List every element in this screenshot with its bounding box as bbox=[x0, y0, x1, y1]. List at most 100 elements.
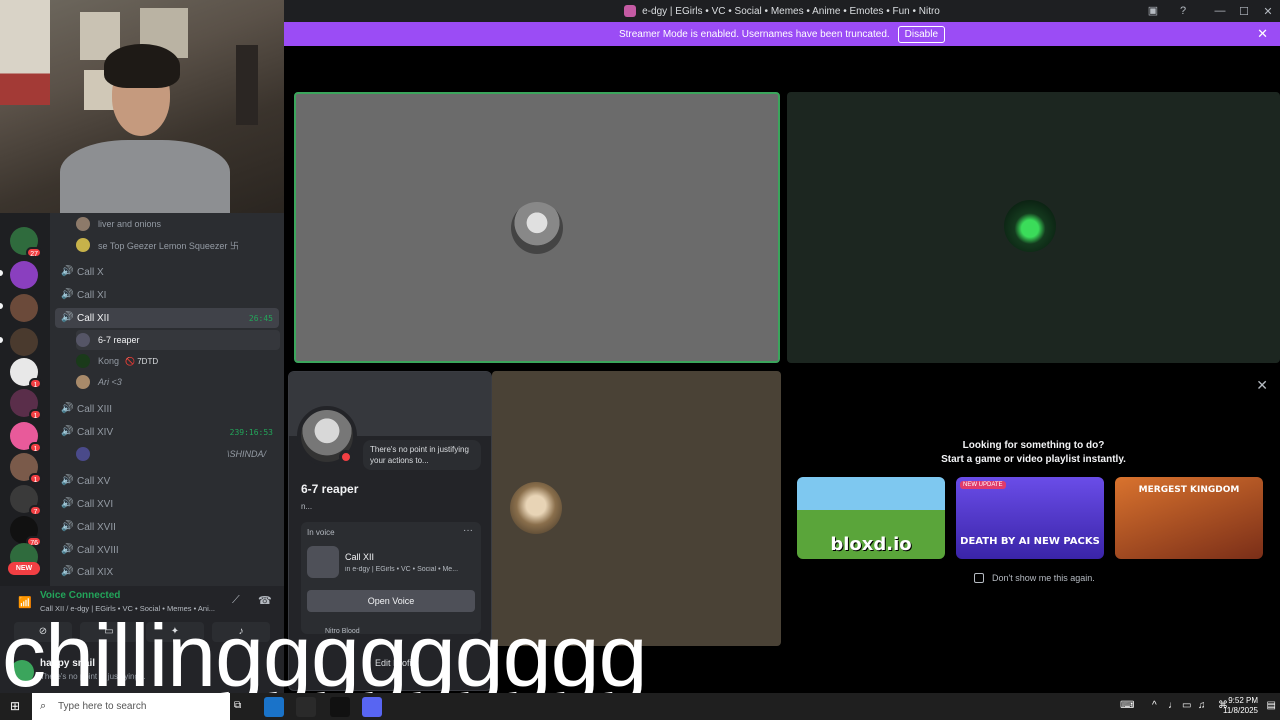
avatar bbox=[76, 447, 90, 461]
voice-channel-call-xii[interactable]: 🔊 Call XII 26:45 bbox=[55, 308, 279, 328]
voice-user-name: \SHINDA/ bbox=[226, 449, 266, 459]
minimize-icon[interactable]: — bbox=[1208, 5, 1232, 17]
taskbar-app-icon[interactable] bbox=[264, 697, 284, 717]
new-badge[interactable]: NEW bbox=[8, 562, 40, 575]
voice-channel-name: Call XII bbox=[345, 552, 375, 562]
mention-badge: 27 bbox=[26, 247, 42, 258]
voice-user[interactable]: se Top Geezer Lemon Squeezer 卐 bbox=[76, 235, 280, 255]
clock-date: 11/8/2025 bbox=[1223, 706, 1258, 715]
taskbar-app-icon[interactable] bbox=[296, 697, 316, 717]
task-view-icon[interactable]: ⧉ bbox=[234, 700, 241, 711]
channel-label: Call XVIII bbox=[77, 544, 119, 556]
server-icon[interactable]: 27 bbox=[10, 227, 42, 258]
server-icon[interactable]: 1 bbox=[10, 422, 42, 453]
streamer-mode-text: Streamer Mode is enabled. Usernames have… bbox=[618, 28, 890, 40]
dont-show-label[interactable]: Don't show me this again. bbox=[992, 573, 1095, 583]
network-icon[interactable]: ▭ bbox=[1182, 700, 1191, 711]
window-title: e-dgy | EGirls • VC • Social • Memes • A… bbox=[642, 5, 940, 17]
close-window-icon[interactable]: ✕ bbox=[1256, 5, 1280, 18]
person-hair bbox=[104, 44, 180, 88]
more-icon[interactable]: ··· bbox=[463, 525, 473, 536]
channel-label: Call XIV bbox=[77, 426, 114, 438]
inbox-icon[interactable]: ▣ bbox=[1146, 4, 1160, 18]
server-icon[interactable]: 1 bbox=[10, 358, 42, 389]
taskbar-app-icon[interactable] bbox=[330, 697, 350, 717]
server-icon[interactable] bbox=[10, 294, 38, 322]
voice-status[interactable]: Voice Connected bbox=[40, 590, 120, 601]
voice-participants-avatar bbox=[307, 546, 339, 578]
game-card-mergest-kingdom[interactable]: MERGEST KINGDOM bbox=[1115, 477, 1263, 559]
channel-label: Call X bbox=[77, 266, 104, 278]
speaker-icon: 🔊 bbox=[61, 312, 74, 323]
help-icon[interactable]: ? bbox=[1176, 4, 1190, 18]
voice-user-name: Ari <3 bbox=[98, 377, 122, 387]
channel-label: Call XII bbox=[77, 312, 110, 324]
server-icon[interactable]: 1 bbox=[10, 453, 42, 484]
video-tile[interactable] bbox=[492, 371, 781, 646]
voice-channel-call-xvii[interactable]: 🔊 Call XVII bbox=[55, 517, 279, 537]
voice-user[interactable]: Kong 🚫 7DTD bbox=[76, 351, 280, 371]
profile-username: n... bbox=[301, 502, 313, 511]
close-icon[interactable]: ✕ bbox=[1256, 377, 1268, 394]
server-icon bbox=[624, 5, 637, 17]
game-title: bloxd.io bbox=[830, 534, 912, 555]
shelf-decoration bbox=[236, 45, 258, 125]
game-card-death-by-ai[interactable]: NEW UPDATE DEATH BY AI NEW PACKS bbox=[956, 477, 1104, 559]
voice-channel-call-xix[interactable]: 🔊 Call XIX bbox=[55, 562, 279, 582]
voice-user[interactable]: Ari <3 bbox=[76, 372, 280, 392]
voice-channel-server: in e-dgy | EGirls • VC • Social • Me... bbox=[345, 566, 459, 573]
voice-channel-call-xiv[interactable]: 🔊 Call XIV 239:16:53 bbox=[55, 422, 279, 442]
video-tile[interactable] bbox=[787, 92, 1280, 363]
avatar bbox=[511, 202, 563, 254]
server-icon[interactable] bbox=[10, 328, 38, 356]
avatar bbox=[76, 354, 90, 368]
voice-channel-call-xv[interactable]: 🔊 Call XV bbox=[55, 471, 279, 491]
unread-pill bbox=[0, 337, 3, 343]
voice-user[interactable]: \SHINDA/ bbox=[76, 444, 280, 464]
channel-label: Call XIX bbox=[77, 566, 114, 578]
stream-caption-overlay: chillinggggggggg bbox=[2, 606, 648, 705]
voice-user-name: liver and onions bbox=[98, 219, 162, 229]
voice-channel-call-x[interactable]: 🔊 Call X bbox=[55, 262, 279, 282]
voice-user-name: se Top Geezer Lemon Squeezer 卐 bbox=[98, 240, 239, 251]
voice-channel-call-xiii[interactable]: 🔊 Call XIII bbox=[55, 399, 279, 419]
volume-icon[interactable]: ♫ bbox=[1198, 700, 1206, 711]
speaker-icon: 🔊 bbox=[61, 498, 74, 509]
mention-badge: 1 bbox=[29, 442, 42, 453]
dont-show-checkbox[interactable] bbox=[974, 573, 984, 583]
webcam-overlay bbox=[0, 0, 284, 213]
streamer-mode-bar: Streamer Mode is enabled. Usernames have… bbox=[284, 22, 1280, 46]
notifications-icon[interactable]: ▤ bbox=[1267, 700, 1276, 711]
voice-channel-call-xi[interactable]: 🔊 Call XI bbox=[55, 285, 279, 305]
voice-channel-call-xviii[interactable]: 🔊 Call XVIII bbox=[55, 540, 279, 560]
server-icon[interactable] bbox=[10, 261, 38, 289]
speaker-icon: 🔊 bbox=[61, 403, 74, 414]
server-icon[interactable]: 7 bbox=[10, 485, 42, 516]
unread-pill bbox=[0, 303, 3, 309]
maximize-icon[interactable]: ☐ bbox=[1232, 5, 1256, 18]
keyboard-icon[interactable]: ⌨ bbox=[1120, 700, 1134, 711]
taskbar-clock[interactable]: 9:52 PM 11/8/2025 bbox=[1223, 696, 1258, 716]
update-badge: NEW UPDATE bbox=[960, 481, 1006, 489]
server-icon[interactable]: 1 bbox=[10, 389, 42, 420]
speaker-icon: 🔊 bbox=[61, 289, 74, 300]
speaker-icon: 🔊 bbox=[61, 475, 74, 486]
disable-streamer-button[interactable]: Disable bbox=[897, 25, 946, 43]
windows-start-icon[interactable]: ⊞ bbox=[10, 699, 20, 713]
voice-user[interactable]: liver and onions bbox=[76, 214, 280, 234]
mic-icon[interactable]: ♩ bbox=[1168, 700, 1178, 711]
speaker-icon: 🔊 bbox=[61, 266, 74, 277]
game-title: DEATH BY AI NEW PACKS bbox=[960, 536, 1100, 547]
server-icon[interactable]: 76 bbox=[10, 516, 42, 547]
voice-user[interactable]: 6-7 reaper bbox=[76, 330, 280, 350]
video-tile-speaking[interactable] bbox=[294, 92, 780, 363]
voice-user-name: Kong bbox=[98, 356, 120, 366]
close-icon[interactable]: ✕ bbox=[1257, 26, 1268, 42]
activity-launcher: ✕ Looking for something to do? Start a g… bbox=[787, 371, 1280, 646]
discord-taskbar-icon[interactable] bbox=[362, 697, 382, 717]
game-card-bloxd[interactable]: bloxd.io bbox=[797, 477, 945, 559]
voice-channel-call-xvi[interactable]: 🔊 Call XVI bbox=[55, 494, 279, 514]
tray-chevron-icon[interactable]: ^ bbox=[1152, 700, 1157, 711]
taskbar-search[interactable]: ⌕ Type here to search bbox=[32, 693, 230, 720]
user-tag: 🚫 7DTD bbox=[125, 356, 159, 366]
